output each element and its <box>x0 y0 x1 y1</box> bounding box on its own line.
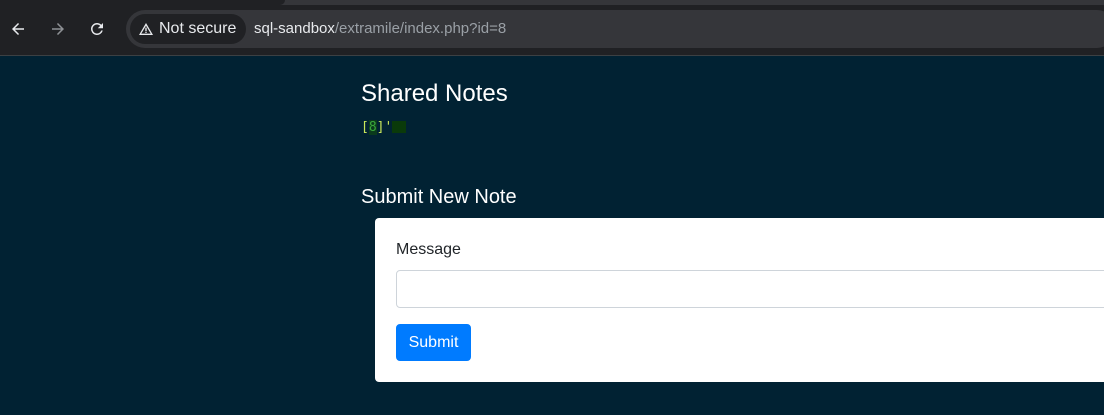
address-bar[interactable]: Not secure sql-sandbox/extramile/index.p… <box>126 10 1104 48</box>
url-path: /extramile/index.php?id=8 <box>334 20 507 37</box>
url-host: sql-sandbox <box>254 20 335 37</box>
security-label: Not secure <box>159 20 237 37</box>
reload-icon <box>90 22 103 35</box>
back-button[interactable] <box>5 16 31 42</box>
note-entry: [8]' <box>361 120 407 135</box>
page-title: Shared Notes <box>361 80 508 107</box>
message-input[interactable] <box>396 270 1104 308</box>
arrow-left-icon <box>12 23 24 35</box>
note-form-card: Message Submit <box>375 218 1104 382</box>
warning-icon <box>139 23 153 35</box>
message-label: Message <box>396 241 461 258</box>
forward-button[interactable] <box>45 16 71 42</box>
note-id-open: [ <box>361 120 369 135</box>
browser-toolbar: Not secure sql-sandbox/extramile/index.p… <box>0 0 1104 56</box>
note-redacted-block <box>392 121 407 133</box>
active-tab[interactable] <box>0 0 285 5</box>
note-text: ' <box>384 120 393 135</box>
security-chip[interactable]: Not secure <box>130 14 247 44</box>
arrow-right-icon <box>52 23 64 35</box>
submit-section-title: Submit New Note <box>361 186 517 208</box>
url-text[interactable]: sql-sandbox/extramile/index.php?id=8 <box>254 20 506 37</box>
submit-button[interactable]: Submit <box>396 324 471 361</box>
reload-button[interactable] <box>84 16 110 42</box>
note-id: 8 <box>368 120 377 135</box>
tab-strip <box>0 0 1104 5</box>
